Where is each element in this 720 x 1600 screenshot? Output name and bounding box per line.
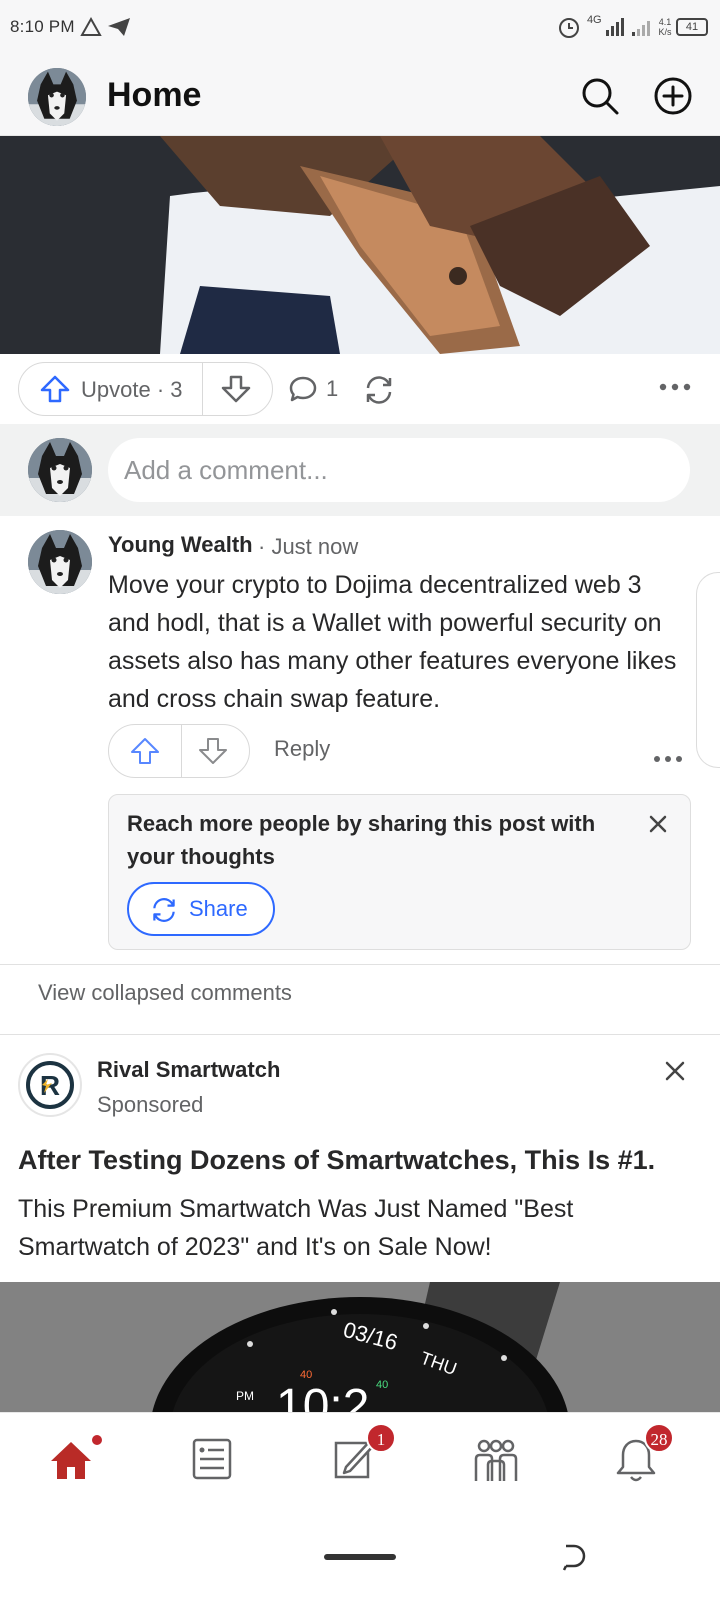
- comment-icon: [289, 376, 317, 402]
- downvote-icon: [221, 375, 251, 403]
- advertiser-logo[interactable]: R: [18, 1053, 82, 1117]
- share-button-label: Share: [189, 896, 248, 921]
- status-time: 8:10 PM: [10, 17, 75, 36]
- more-icon[interactable]: [659, 378, 691, 396]
- ad-headline[interactable]: After Testing Dozens of Smartwatches, Th…: [18, 1145, 708, 1176]
- upvote-label: Upvote · 3: [81, 377, 183, 402]
- comment-more-icon[interactable]: [653, 750, 683, 768]
- ad-image[interactable]: 03/16 THU 40 40 PM 10:2: [0, 1282, 720, 1412]
- close-icon[interactable]: [663, 1059, 687, 1088]
- divider: [0, 1034, 720, 1035]
- edge-panel-handle[interactable]: [696, 572, 720, 768]
- battery-icon: 41: [676, 18, 708, 36]
- comment-author[interactable]: Young Wealth: [108, 532, 253, 558]
- home-gesture-bar[interactable]: [324, 1554, 396, 1560]
- signal-icon: [606, 18, 651, 36]
- comment-count: 1: [326, 376, 339, 401]
- following-icon[interactable]: [190, 1437, 240, 1487]
- telegram-icon: [108, 18, 131, 36]
- post-image[interactable]: [0, 136, 720, 354]
- search-icon[interactable]: [580, 76, 620, 116]
- answer-badge: 1: [366, 1423, 396, 1453]
- reply-button[interactable]: Reply: [274, 736, 330, 762]
- comment-button[interactable]: 1: [288, 374, 358, 406]
- page-title: Home: [107, 76, 202, 114]
- close-icon[interactable]: [647, 813, 669, 840]
- app-header: Home: [0, 58, 720, 136]
- watch-time: 10:2: [276, 1380, 369, 1412]
- spaces-icon[interactable]: [472, 1437, 522, 1487]
- share-button[interactable]: Share: [127, 882, 275, 936]
- home-dot-indicator: [90, 1433, 104, 1447]
- network-type: 4G: [586, 14, 602, 26]
- watch-pm: PM: [236, 1389, 254, 1403]
- answer-icon[interactable]: 1: [332, 1423, 396, 1487]
- status-bar: 8:10 PM 4G 4.1 K/s 41: [0, 0, 720, 58]
- sponsored-label: Sponsored: [97, 1092, 204, 1117]
- downvote-button[interactable]: [203, 363, 273, 415]
- back-icon[interactable]: [560, 1542, 586, 1577]
- upvote-icon: [40, 375, 70, 403]
- comment-body: Move your crypto to Dojima decentralized…: [108, 571, 677, 713]
- downvote-icon: [199, 738, 227, 764]
- watch-small-2: 40: [376, 1379, 388, 1391]
- upvote-icon: [131, 738, 159, 764]
- net-speed-unit: K/s: [658, 27, 672, 37]
- warning-icon: [80, 16, 102, 36]
- commenter-avatar[interactable]: [28, 530, 92, 594]
- vote-group: Upvote · 3: [18, 362, 273, 416]
- share-prompt: Reach more people by sharing this post w…: [108, 794, 691, 950]
- comment-vote-group: [108, 724, 250, 778]
- battery-level: 41: [685, 21, 699, 33]
- net-speed-value: 4.1: [658, 17, 672, 27]
- notifications-badge: 28: [644, 1423, 674, 1453]
- comment-time: · Just now: [258, 534, 359, 559]
- avatar[interactable]: [28, 438, 92, 502]
- advertiser-name[interactable]: Rival Smartwatch: [97, 1057, 280, 1083]
- post-actions-bar: Upvote · 3 1: [0, 354, 720, 424]
- share-prompt-message: Reach more people by sharing this post w…: [127, 811, 596, 869]
- view-collapsed-comments[interactable]: View collapsed comments: [38, 980, 292, 1006]
- upvote-button[interactable]: Upvote · 3: [19, 363, 203, 415]
- ad-text: This Premium Smartwatch Was Just Named "…: [18, 1195, 574, 1261]
- share-icon[interactable]: [362, 374, 396, 411]
- add-circle-icon[interactable]: [653, 76, 693, 116]
- divider: [0, 964, 720, 965]
- bottom-navigation: 1 28: [0, 1412, 720, 1512]
- comment-input[interactable]: [108, 438, 690, 502]
- comment-composer: [0, 424, 720, 516]
- home-icon[interactable]: [48, 1433, 104, 1487]
- avatar[interactable]: [28, 68, 86, 126]
- notifications-icon[interactable]: 28: [614, 1423, 674, 1487]
- share-icon: [153, 898, 175, 922]
- alarm-icon: [559, 18, 580, 38]
- system-navigation: [0, 1512, 720, 1600]
- comment-upvote-button[interactable]: [109, 725, 182, 777]
